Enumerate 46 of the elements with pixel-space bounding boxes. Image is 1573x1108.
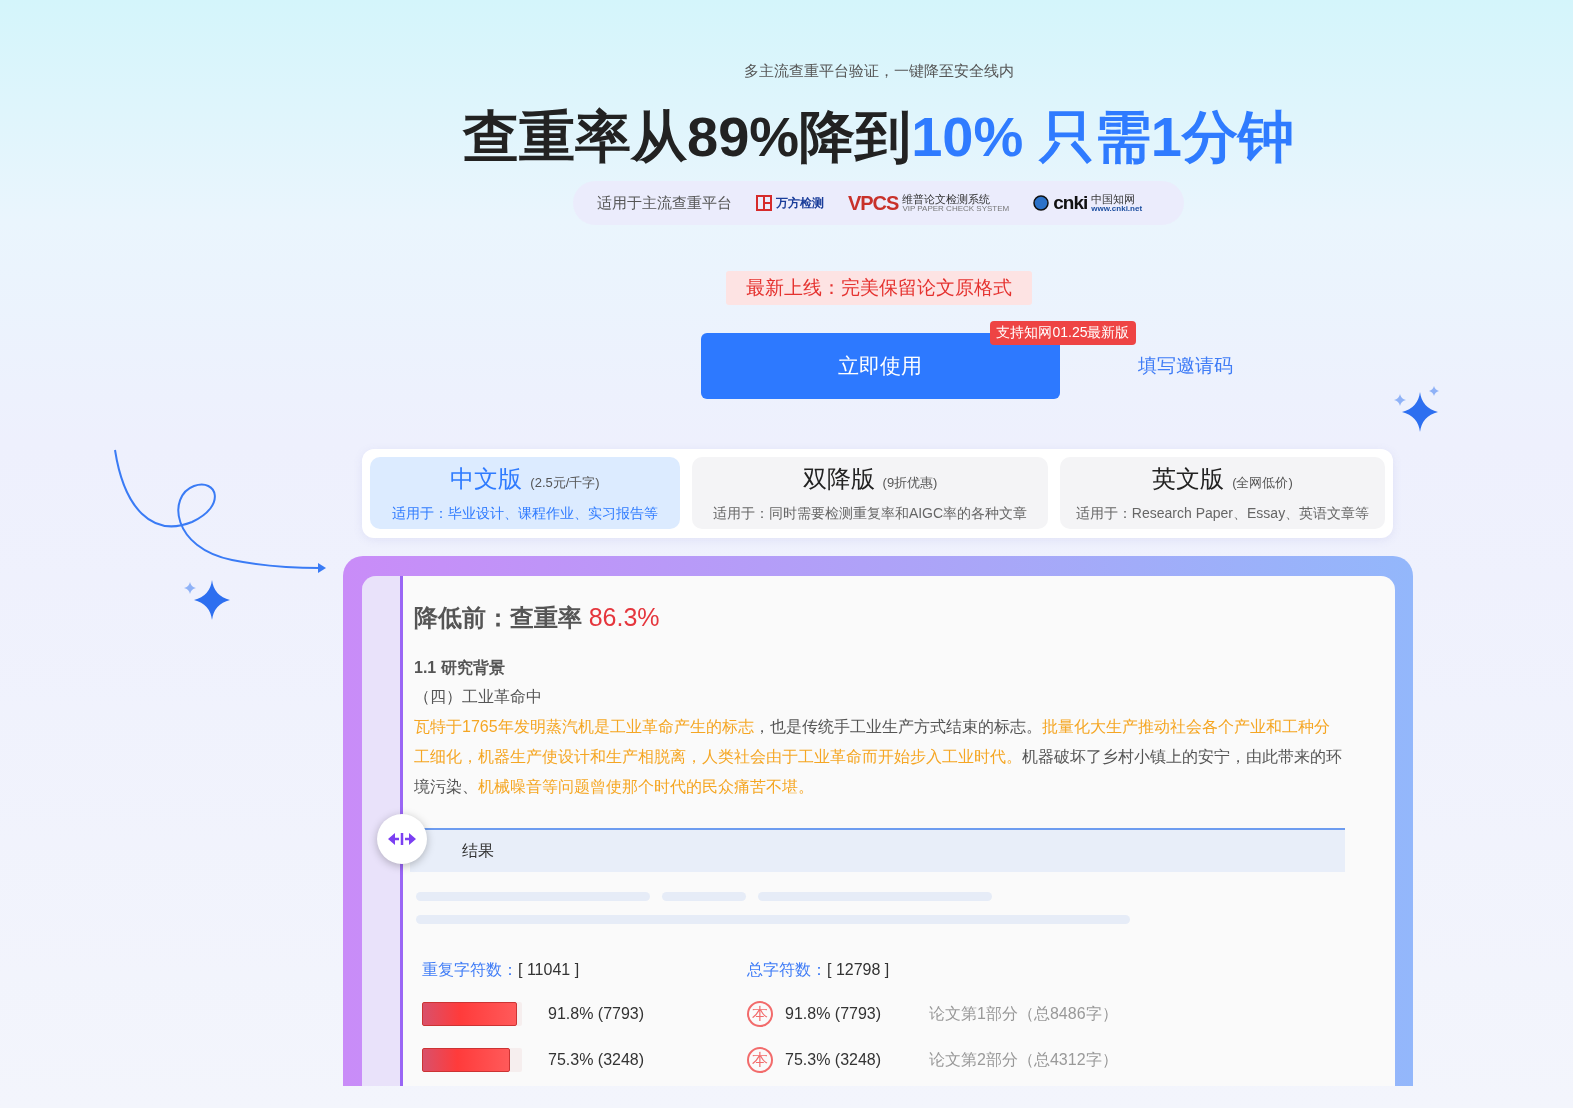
- repeat-count-label: 重复字符数：: [422, 961, 518, 978]
- section-heading: 1.1 研究背景: [414, 658, 506, 678]
- plan-title: 中文版: [450, 464, 523, 494]
- platform-logo-text: 维普论文检测系统: [902, 193, 991, 205]
- globe-icon: [1033, 195, 1050, 211]
- plan-description: 适用于：毕业设计、课程作业、实习报告等: [392, 505, 658, 523]
- platform-logo-text: 万方检测: [775, 194, 824, 212]
- slider-handle[interactable]: [377, 814, 427, 864]
- plan-title: 双降版: [802, 464, 875, 494]
- subtitle: 多主流查重平台验证，一键降至安全线内: [743, 62, 1014, 81]
- document-paragraph: 瓦特于1765年发明蒸汽机是工业革命产生的标志，也是传统手工业生产方式结束的标志。批量化大生产推动社会各个产业和工种分工细化，机器生产使设计和生产相脱离，人类社会由于工业革命而开始步入工业时代。机器破坏了乡村小镇上的安宁，由此带来的环境污染、机械噪音等问题曾使那个时代的民众痛苦不堪。: [414, 717, 1343, 797]
- plan-tab[interactable]: 双降版 (9折优惠) 适用于：同时需要检测重复率和AIGC率的各种文章: [692, 457, 1048, 529]
- rate-label: 降低前：查重率 86.3%: [414, 602, 661, 633]
- repeat-count-value: [ 11041 ]: [518, 961, 580, 978]
- version-badge: 支持知网01.25最新版: [990, 321, 1136, 345]
- invite-code-link[interactable]: 填写邀请码: [1137, 353, 1233, 379]
- grid-logo-icon: [755, 195, 772, 211]
- percentage-text: 91.8% (7793): [548, 1005, 645, 1023]
- plan-title: 英文版: [1152, 464, 1225, 494]
- percentage-text: 75.3% (3248): [548, 1051, 645, 1069]
- result-header: 结果: [410, 828, 1345, 872]
- subsection-heading: （四）工业革命中: [414, 687, 543, 707]
- logo-wordmark: VPCS: [847, 191, 899, 215]
- platform-logo-caption: VIP PAPER CHECK SYSTEM: [902, 204, 1010, 213]
- headline: 查重率从89%降到10% 只需1分钟: [463, 104, 1294, 170]
- plan-price: (2.5元/千字): [530, 474, 600, 492]
- part-label: 论文第2部分（总4312字）: [929, 1049, 1118, 1070]
- stamp-icon: 本: [747, 1047, 773, 1073]
- plan-description: 适用于：同时需要检测重复率和AIGC率的各种文章: [712, 505, 1028, 523]
- percentage-text: 75.3% (3248): [785, 1051, 882, 1069]
- stamp-icon: 本: [747, 1001, 773, 1027]
- plan-tab[interactable]: 英文版 (全网低价) 适用于：Research Paper、Essay、英语文章等: [1060, 457, 1385, 529]
- plan-description: 适用于：Research Paper、Essay、英语文章等: [1075, 505, 1370, 523]
- total-count-value: [ 12798 ]: [827, 961, 890, 978]
- plan-tab[interactable]: 中文版 (2.5元/千字) 适用于：毕业设计、课程作业、实习报告等: [370, 457, 680, 529]
- part-label: 论文第1部分（总8486字）: [929, 1003, 1118, 1024]
- left-right-arrows-icon: [387, 832, 417, 846]
- percentage-text: 91.8% (7793): [785, 1005, 882, 1023]
- platform-label: 适用于主流查重平台: [596, 193, 732, 213]
- total-count-label: 总字符数：: [747, 961, 827, 978]
- platform-logo-text: 中国知网: [1091, 193, 1136, 205]
- logo-wordmark: cnki: [1053, 192, 1088, 214]
- plan-price: (9折优惠): [882, 474, 938, 492]
- notice-banner: 最新上线：完美保留论文原格式: [725, 271, 1032, 305]
- platform-logo-caption: www.cnki.net: [1091, 204, 1143, 213]
- plan-price: (全网低价): [1232, 474, 1293, 492]
